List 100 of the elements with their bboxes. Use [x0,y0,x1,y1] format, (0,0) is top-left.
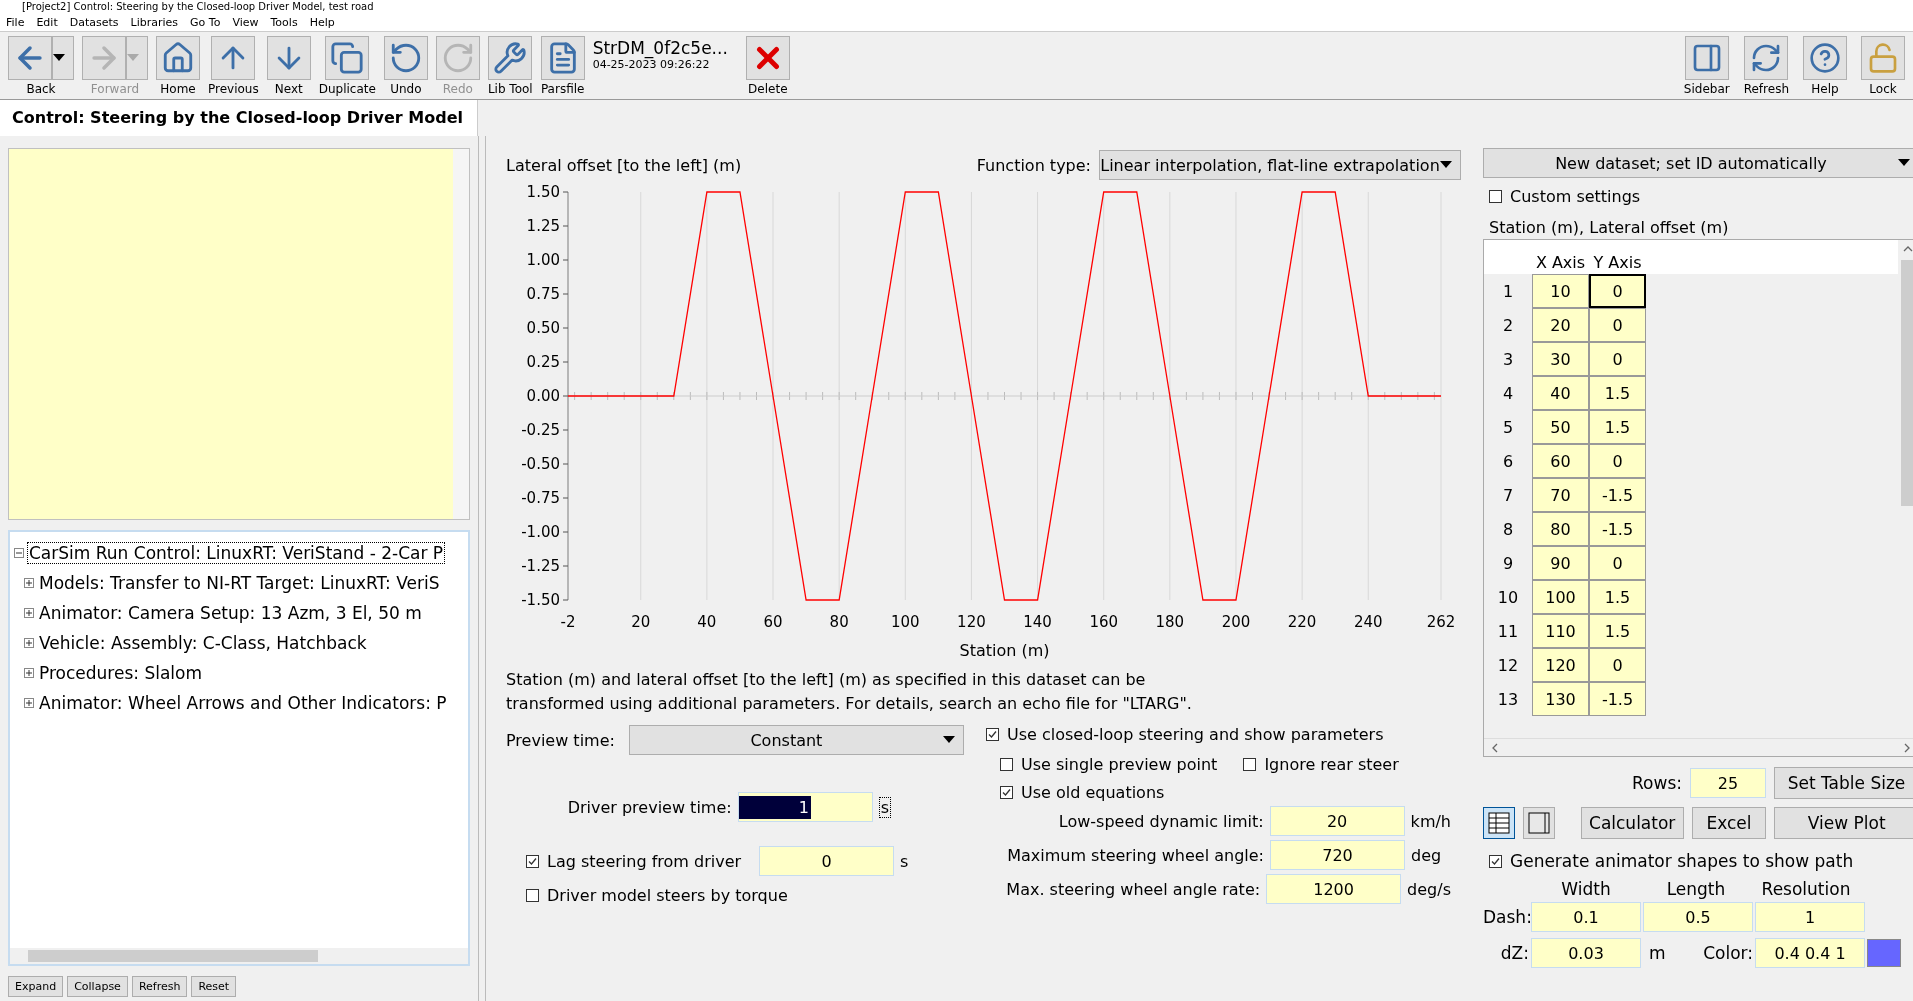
parsfile-button[interactable] [540,36,585,80]
checkbox-label[interactable]: Use single preview point [1000,754,1218,774]
table-cell[interactable]: 120 [1532,648,1589,682]
scrollbar-thumb[interactable] [1901,260,1913,506]
tree-item[interactable]: Vehicle: Assembly: C-Class, Hatchback [37,632,369,654]
delete-button[interactable] [745,36,790,80]
input-field[interactable]: 0.03 [1531,938,1641,968]
menu-item[interactable]: Edit [36,14,58,31]
back-button[interactable] [8,36,52,80]
table-cell[interactable]: 0 [1589,308,1646,342]
input-field[interactable]: 0.1 [1531,902,1641,932]
table-cell[interactable]: 100 [1532,580,1589,614]
table-cell[interactable]: -1.5 [1589,682,1646,716]
collapse-icon[interactable] [14,548,24,558]
table-cell[interactable]: 0 [1589,444,1646,478]
table-cell[interactable]: 60 [1532,444,1589,478]
table-action-button[interactable]: View Plot [1774,807,1913,839]
home-button[interactable] [156,36,200,80]
tree-button[interactable]: Expand [8,976,64,997]
refresh-button[interactable] [1744,36,1789,80]
table-cell[interactable]: 50 [1532,410,1589,444]
tree-item[interactable]: CarSim Run Control: LinuxRT: VeriStand - 2-Car P [27,542,446,564]
input-field[interactable]: 1 [737,792,873,822]
menu-item[interactable]: Go To [190,14,221,31]
table-cell[interactable]: 10 [1532,274,1589,308]
sidebar-button[interactable] [1684,36,1729,80]
table-cell[interactable]: 0 [1589,648,1646,682]
table-cell[interactable]: 1.5 [1589,580,1646,614]
panel-view-button[interactable] [1522,807,1555,839]
table-cell[interactable]: 20 [1532,308,1589,342]
checkbox-label[interactable]: Use closed-loop steering and show parameters [986,724,1384,744]
checkbox-label[interactable]: Ignore rear steer [1243,754,1399,774]
table-cell[interactable]: 110 [1532,614,1589,648]
preview-time-dropdown[interactable]: Constant [628,725,964,755]
menu-item[interactable]: View [232,14,259,31]
table-cell[interactable]: -1.5 [1589,512,1646,546]
checkbox-label[interactable]: Lag steering from driver [526,851,742,871]
tree-item[interactable]: Animator: Wheel Arrows and Other Indicators: P [37,692,449,714]
checkbox[interactable] [526,888,539,902]
table-cell[interactable]: 90 [1532,546,1589,580]
function-type-dropdown[interactable]: Linear interpolation, flat-line extrapolation [1099,150,1461,180]
checkbox-label[interactable]: Use old equations [1000,782,1165,802]
rows-field[interactable]: 25 [1690,768,1766,798]
previous-button[interactable] [211,36,256,80]
table-cell[interactable]: 40 [1532,376,1589,410]
table-cell[interactable]: 1.5 [1589,410,1646,444]
checkbox-label[interactable]: Driver model steers by torque [526,885,788,905]
checkbox-label[interactable]: Custom settings [1489,186,1641,206]
checkbox[interactable] [1489,854,1502,868]
input-field[interactable]: 1 [1755,902,1865,932]
checkbox[interactable] [1489,189,1502,203]
table-cell[interactable]: 0 [1589,274,1646,308]
expand-icon[interactable] [24,698,34,708]
menu-item[interactable]: Datasets [69,14,119,31]
table-cell[interactable]: 1.5 [1589,376,1646,410]
table-cell[interactable]: -1.5 [1589,478,1646,512]
tree-item[interactable]: Models: Transfer to NI-RT Target: LinuxRT: VeriS [37,572,442,594]
checkbox[interactable] [986,727,999,741]
scroll-up-icon[interactable] [1903,244,1913,254]
table-cell[interactable]: 80 [1532,512,1589,546]
input-field[interactable]: 20 [1269,806,1405,836]
tree-item[interactable]: Procedures: Slalom [37,662,205,684]
lib-tool-button[interactable] [488,36,533,80]
table-cell[interactable]: 0 [1589,546,1646,580]
table-cell[interactable]: 130 [1532,682,1589,716]
duplicate-button[interactable] [325,36,370,80]
table-cell[interactable]: 1.5 [1589,614,1646,648]
menu-item[interactable]: Libraries [130,14,179,31]
tree-button[interactable]: Reset [191,976,237,997]
help-button[interactable] [1803,36,1847,80]
input-field[interactable]: 720 [1270,840,1405,870]
table-cell[interactable]: 30 [1532,342,1589,376]
checkbox[interactable] [1243,757,1257,771]
tree-button[interactable]: Collapse [67,976,128,997]
dropdown-button[interactable] [52,36,74,80]
checkbox[interactable] [1000,785,1013,799]
checkbox[interactable] [1000,757,1013,771]
expand-icon[interactable] [24,608,34,618]
table-cell[interactable]: 0 [1589,342,1646,376]
undo-button[interactable] [383,36,428,80]
menu-item[interactable]: Help [309,14,335,31]
color-swatch[interactable] [1867,939,1901,967]
checkbox[interactable] [526,854,539,868]
scroll-right-icon[interactable] [1902,742,1912,753]
input-field[interactable]: 0.5 [1643,902,1753,932]
scroll-left-icon[interactable] [1490,742,1500,753]
set-table-size-button[interactable]: Set Table Size [1774,767,1913,799]
table-action-button[interactable]: Excel [1691,807,1767,839]
expand-icon[interactable] [24,668,34,678]
table-cell[interactable]: 70 [1532,478,1589,512]
expand-icon[interactable] [24,578,34,588]
menu-item[interactable]: File [6,14,25,31]
tree-item[interactable]: Animator: Camera Setup: 13 Azm, 3 El, 50 m [37,602,424,624]
checkbox-label[interactable]: Generate animator shapes to show path [1489,851,1854,871]
expand-icon[interactable] [24,638,34,648]
dataset-dropdown[interactable]: New dataset; set ID automatically [1483,148,1913,178]
table-action-button[interactable]: Calculator [1580,807,1684,839]
table-view-button[interactable] [1483,807,1515,839]
input-field[interactable]: 0.4 0.4 1 [1755,938,1865,968]
scrollbar-thumb[interactable] [28,950,318,962]
